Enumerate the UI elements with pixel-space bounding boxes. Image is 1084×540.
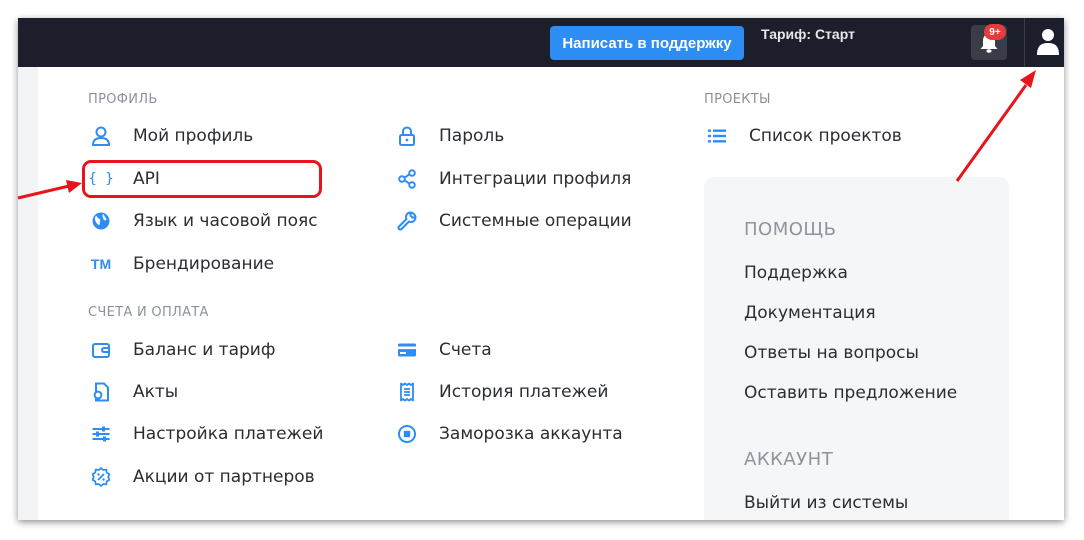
annotation-arrows	[17, 70, 1036, 200]
arrow-to-user-menu	[955, 84, 1028, 182]
arrow-to-api	[17, 184, 70, 200]
arrow-to-api-head	[66, 180, 82, 193]
arrow-to-user-menu-head	[1020, 70, 1036, 88]
